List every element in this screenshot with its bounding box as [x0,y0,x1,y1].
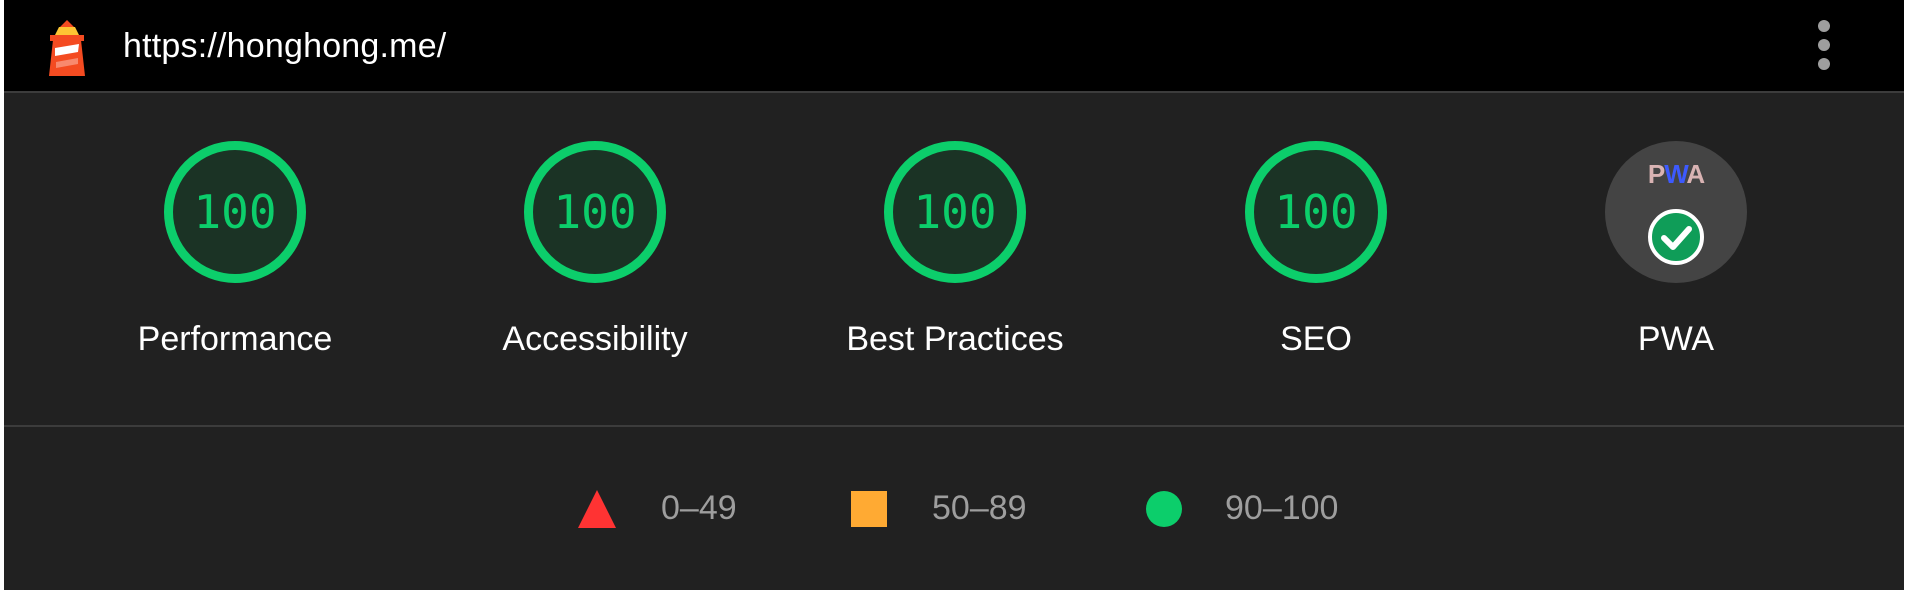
circle-icon [1146,491,1182,527]
score-ring: 100 [884,141,1026,283]
gauge-label: SEO [1280,320,1352,358]
score-ring: 100 [1245,141,1387,283]
menu-dot-icon [1818,58,1830,70]
score-ring: 100 [524,141,666,283]
pwa-badge: PWA [1605,141,1747,283]
score-gauges: 100 Performance 100 Accessibility 100 Be… [4,93,1904,427]
score-scale-legend: 0–49 50–89 90–100 [4,427,1904,590]
gauge-label: Best Practices [846,320,1064,358]
report-frame: https://honghong.me/ 100 Performance 100… [4,0,1904,590]
triangle-icon [578,490,616,528]
gauge-pwa[interactable]: PWA PWA [1526,141,1826,381]
score-ring: 100 [164,141,306,283]
svg-text:PWA: PWA [1648,159,1705,189]
square-icon [851,491,887,527]
score-value: 100 [913,185,997,239]
gauge-label: PWA [1637,320,1715,358]
gauge-performance[interactable]: 100 Performance [85,141,385,381]
legend-range: 90–100 [1225,489,1339,527]
lighthouse-logo-icon [49,20,85,76]
score-value: 100 [553,185,637,239]
gauge-accessibility[interactable]: 100 Accessibility [445,141,745,381]
pwa-badge-icon: PWA [1648,159,1706,265]
legend-range: 50–89 [932,489,1027,527]
menu-dot-icon [1818,20,1830,32]
gauge-label: Accessibility [502,320,688,358]
gauge-label: Performance [137,320,333,358]
report-url[interactable]: https://honghong.me/ [123,24,446,68]
legend-range: 0–49 [661,489,737,527]
report-topbar: https://honghong.me/ [4,0,1904,93]
gauge-seo[interactable]: 100 SEO [1166,141,1466,381]
score-value: 100 [1274,185,1358,239]
more-options-button[interactable] [1812,18,1836,72]
gauge-best-practices[interactable]: 100 Best Practices [805,141,1105,381]
menu-dot-icon [1818,39,1830,51]
score-value: 100 [193,185,277,239]
